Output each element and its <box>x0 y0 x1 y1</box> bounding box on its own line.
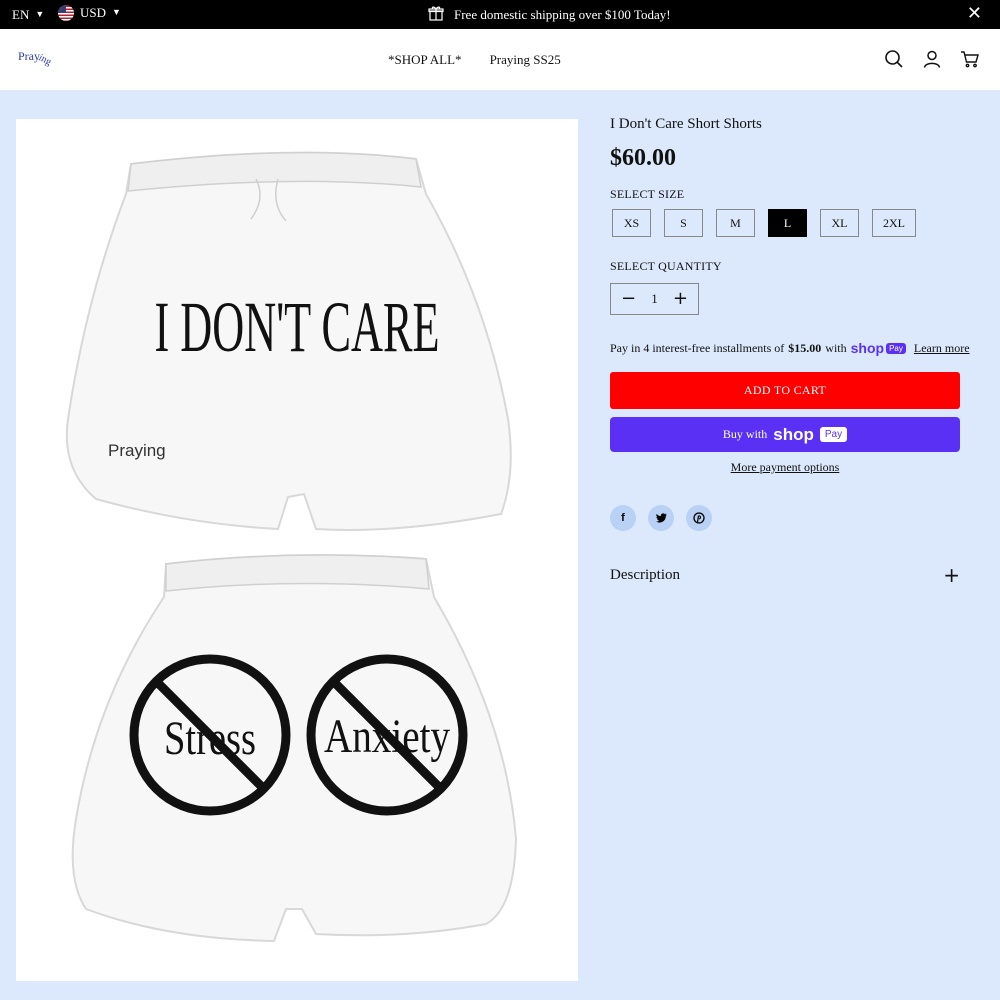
main-nav: *SHOP ALL* Praying SS25 <box>388 52 561 68</box>
chevron-down-icon: ▼ <box>112 7 121 17</box>
share-buttons: f <box>610 505 712 531</box>
logo[interactable]: Praying <box>18 49 53 68</box>
select-size-label: SELECT SIZE <box>610 187 685 201</box>
account-icon[interactable] <box>922 49 942 69</box>
installments-info: Pay in 4 interest-free installments of $… <box>610 340 970 356</box>
language-label: EN <box>12 7 30 22</box>
description-label: Description <box>610 566 680 583</box>
installments-prefix: Pay in 4 interest-free installments of <box>610 340 785 355</box>
installments-with: with <box>825 340 847 355</box>
buy-with-shop-pay-button[interactable]: Buy with shop Pay <box>610 417 960 452</box>
twitter-icon[interactable] <box>648 505 674 531</box>
back-word-stress: Stress <box>164 712 256 765</box>
learn-more-link[interactable]: Learn more <box>914 341 970 356</box>
size-selector: XS S M L XL 2XL <box>612 209 916 237</box>
announcement: Free domestic shipping over $100 Today! <box>428 5 671 25</box>
currency-selector[interactable]: USD ▼ <box>58 5 121 21</box>
buy-with-label: Buy with <box>722 427 768 441</box>
quantity-value[interactable]: 1 <box>651 291 658 307</box>
language-selector[interactable]: EN ▼ <box>12 7 44 23</box>
back-word-anxiety: Anxiety <box>324 710 450 763</box>
nav-praying-ss25[interactable]: Praying SS25 <box>490 52 561 68</box>
site-header: Praying *SHOP ALL* Praying SS25 <box>0 29 1000 91</box>
plus-icon: + <box>943 563 960 587</box>
product-title: I Don't Care Short Shorts <box>610 116 762 132</box>
front-shorts: I DON'T CARE Praying <box>65 151 512 531</box>
description-accordion[interactable]: Description + <box>610 565 960 585</box>
size-option-m[interactable]: M <box>716 209 755 237</box>
shop-pay-shop-large: shop <box>773 424 814 444</box>
currency-label: USD <box>80 5 107 20</box>
gift-icon <box>428 5 444 25</box>
more-payment-options-link[interactable]: More payment options <box>610 460 960 475</box>
announcement-bar: EN ▼ USD ▼ Free domestic shipping over $… <box>0 0 1000 29</box>
size-option-xs[interactable]: XS <box>612 209 651 237</box>
header-icons <box>884 49 980 69</box>
nav-shop-all[interactable]: *SHOP ALL* <box>388 52 462 68</box>
installments-amount: $15.00 <box>788 340 822 355</box>
shop-pay-pay-large: Pay <box>819 427 848 442</box>
shop-pay-pay: Pay <box>886 342 906 354</box>
pinterest-icon[interactable] <box>686 505 712 531</box>
add-to-cart-button[interactable]: ADD TO CART <box>610 372 960 409</box>
minus-icon[interactable]: − <box>621 290 636 308</box>
announcement-text: Free domestic shipping over $100 Today! <box>454 7 671 22</box>
product-image[interactable]: I DON'T CARE Praying Stress Anxiety <box>16 119 578 981</box>
close-icon[interactable]: ✕ <box>967 5 982 23</box>
product-price: $60.00 <box>610 145 676 171</box>
size-option-l[interactable]: L <box>768 209 807 237</box>
size-option-s[interactable]: S <box>664 209 703 237</box>
select-quantity-label: SELECT QUANTITY <box>610 259 722 273</box>
front-print-text: I DON'T CARE <box>155 287 440 367</box>
plus-icon[interactable]: + <box>673 290 688 308</box>
quantity-stepper: − 1 + <box>610 283 699 315</box>
product-info: I Don't Care Short Shorts $60.00 SELECT … <box>610 112 970 585</box>
shop-pay-shop: shop <box>850 340 885 356</box>
brand-mark: Praying <box>108 441 166 460</box>
shorts-illustration: I DON'T CARE Praying Stress Anxiety <box>65 151 518 943</box>
search-icon[interactable] <box>884 49 904 69</box>
cart-icon[interactable] <box>960 49 980 69</box>
facebook-icon[interactable]: f <box>610 505 636 531</box>
size-option-xl[interactable]: XL <box>820 209 859 237</box>
chevron-down-icon: ▼ <box>35 9 45 19</box>
shop-pay-logo: shop Pay <box>851 340 906 356</box>
logo-tail: ing <box>36 52 54 69</box>
back-shorts: Stress Anxiety <box>71 554 518 943</box>
us-flag-icon <box>58 5 74 21</box>
size-option-2xl[interactable]: 2XL <box>872 209 916 237</box>
